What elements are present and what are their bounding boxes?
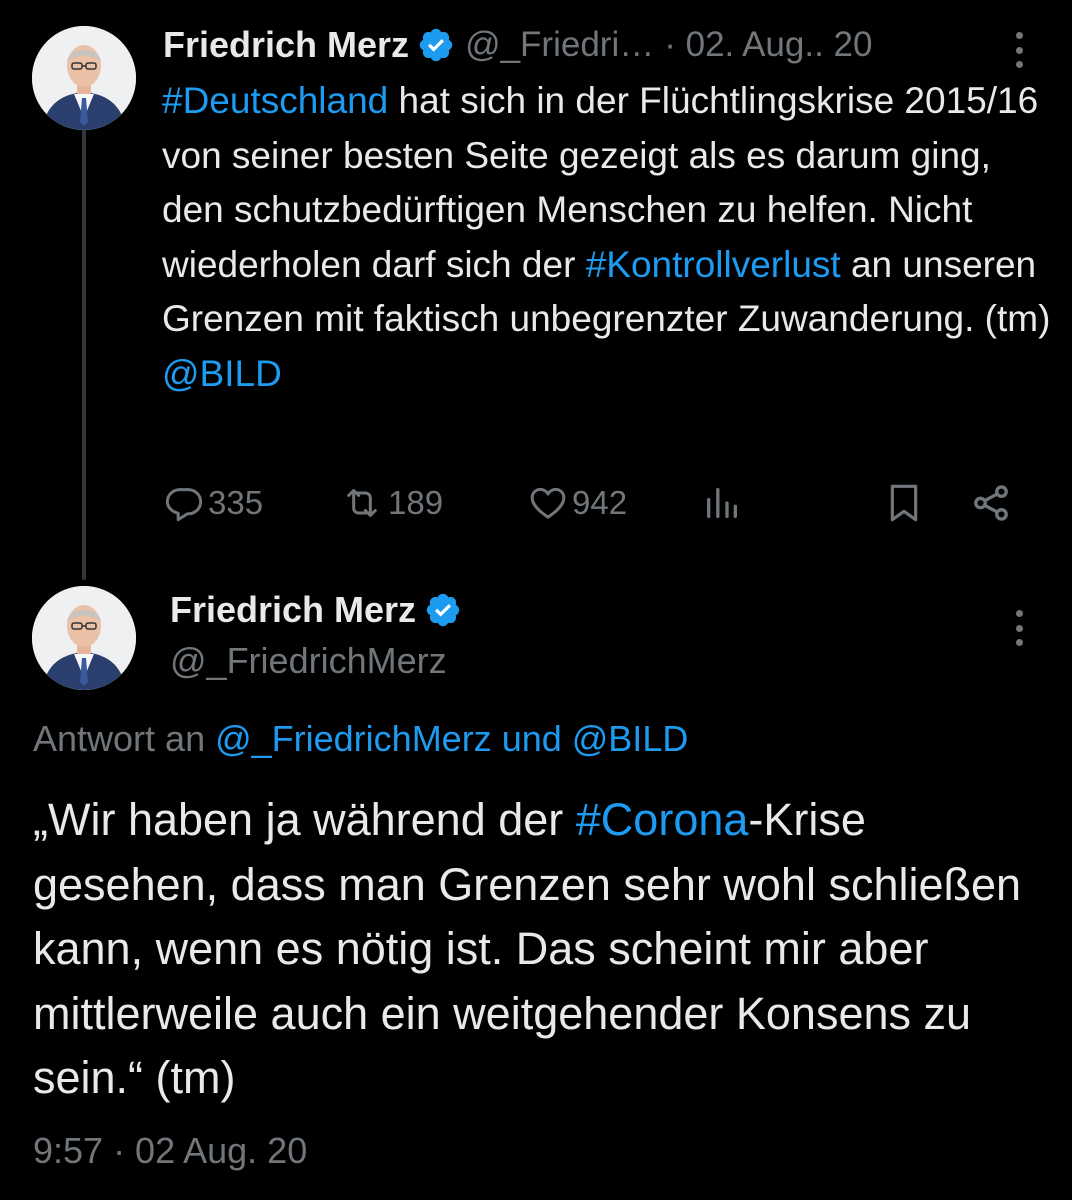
tweet-header: Friedrich Merz @_Friedri… · 02. Aug.. 20 bbox=[163, 22, 872, 68]
reply-button[interactable]: 335 bbox=[164, 478, 263, 528]
like-count: 942 bbox=[572, 484, 628, 521]
hashtag-corona[interactable]: #Corona bbox=[576, 794, 749, 845]
share-button[interactable] bbox=[970, 478, 1012, 528]
tweet-text-part: „Wir haben ja während der bbox=[33, 794, 576, 845]
hashtag-kontrollverlust[interactable]: #Kontrollverlust bbox=[586, 244, 841, 285]
repost-icon bbox=[340, 483, 384, 523]
verified-badge-icon bbox=[417, 26, 455, 64]
repost-count: 189 bbox=[388, 484, 444, 521]
verified-badge-icon bbox=[424, 591, 462, 629]
tweet-header: Friedrich Merz @_FriedrichMerz bbox=[170, 586, 462, 682]
tweet-text: „Wir haben ja während der #Corona-Krise … bbox=[33, 788, 1043, 1111]
bookmark-icon bbox=[884, 481, 924, 525]
more-options-icon[interactable] bbox=[1013, 32, 1025, 68]
tweet-timestamp[interactable]: 9:57 · 02 Aug. 20 bbox=[33, 1130, 307, 1172]
tweet-text: #Deutschland hat sich in der Flüchtlings… bbox=[162, 74, 1052, 401]
like-icon bbox=[528, 483, 568, 523]
reply-to-prefix: Antwort an bbox=[33, 718, 216, 759]
tweet-actions-bar: 335 189 942 bbox=[162, 478, 1022, 528]
reply-to-users[interactable]: @_FriedrichMerz und @BILD bbox=[215, 718, 688, 759]
tweet-date[interactable]: · 02. Aug.. 20 bbox=[664, 25, 872, 65]
reply-to-line: Antwort an @_FriedrichMerz und @BILD bbox=[33, 718, 688, 760]
author-name-row: Friedrich Merz bbox=[170, 586, 462, 634]
reply-count: 335 bbox=[208, 484, 264, 521]
repost-button[interactable]: 189 bbox=[340, 478, 443, 528]
reply-icon bbox=[164, 483, 204, 523]
mention-bild[interactable]: @BILD bbox=[162, 353, 282, 394]
bookmark-button[interactable] bbox=[884, 478, 924, 528]
author-handle[interactable]: @_FriedrichMerz bbox=[170, 640, 462, 682]
share-icon bbox=[970, 482, 1012, 524]
author-handle[interactable]: @_Friedri… bbox=[465, 25, 654, 65]
author-name[interactable]: Friedrich Merz bbox=[170, 589, 416, 631]
date-text: 02. Aug.. 20 bbox=[685, 25, 873, 64]
like-button[interactable]: 942 bbox=[528, 478, 627, 528]
avatar[interactable] bbox=[32, 586, 136, 690]
separator: · bbox=[664, 25, 676, 64]
views-button[interactable] bbox=[702, 478, 742, 528]
views-icon bbox=[702, 483, 742, 523]
more-options-icon[interactable] bbox=[1013, 610, 1025, 646]
thread-connector-line bbox=[82, 128, 86, 580]
hashtag-deutschland[interactable]: #Deutschland bbox=[162, 80, 388, 121]
avatar[interactable] bbox=[32, 26, 136, 130]
author-name[interactable]: Friedrich Merz bbox=[163, 24, 409, 66]
